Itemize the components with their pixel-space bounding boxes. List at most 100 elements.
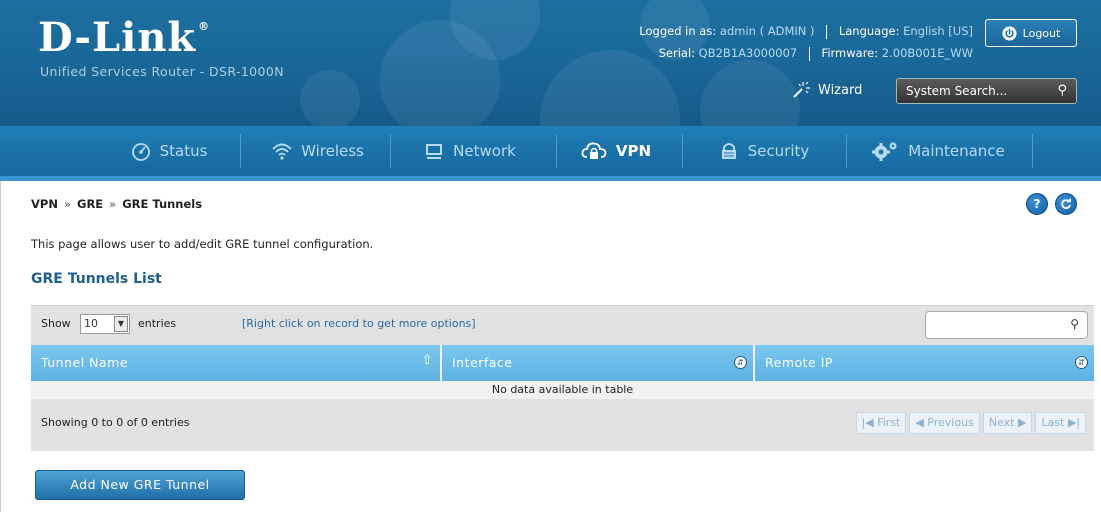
entries-label: entries (138, 317, 177, 330)
section-title: GRE Tunnels List (31, 271, 162, 287)
pager-label: Next (988, 416, 1015, 429)
previous-page-button[interactable]: ◀ Previous (909, 412, 980, 434)
next-icon: ▶ (1014, 416, 1027, 429)
nav-divider (846, 134, 847, 168)
column-header-remote-ip[interactable]: Remote IP ⇵ (755, 345, 1094, 381)
login-info: Logged in as: admin ( ADMIN ) Language: … (639, 24, 973, 39)
search-icon[interactable]: ⚲ (1057, 79, 1067, 103)
serial-value: QB2B1A3000007 (698, 46, 798, 60)
entries-value: 10 (84, 317, 98, 330)
main-nav: Status Wireless Network VPN Security Mai… (0, 126, 1101, 176)
lock-icon (721, 143, 736, 159)
page-description: This page allows user to add/edit GRE tu… (31, 237, 374, 251)
entries-per-page-select[interactable]: 10 ▼ (80, 314, 130, 334)
sort-icon[interactable]: ⇵ (1075, 356, 1088, 369)
pager-label: Last (1041, 416, 1065, 429)
column-header-interface[interactable]: Interface ⇵ (442, 345, 755, 381)
nav-network[interactable]: Network (398, 126, 542, 176)
chevron-down-icon[interactable]: ▼ (114, 316, 128, 332)
question-mark-icon: ? (1033, 197, 1041, 211)
nav-divider (240, 134, 241, 168)
logged-in-user: admin ( ADMIN ) (719, 24, 815, 38)
empty-table-message: No data available in table (31, 381, 1094, 399)
pager-label: Previous (927, 416, 974, 429)
power-icon (1002, 25, 1017, 41)
next-page-button[interactable]: Next ▶ (982, 412, 1033, 434)
refresh-button[interactable] (1055, 193, 1077, 215)
header-decoration (700, 60, 800, 126)
help-button[interactable]: ? (1026, 193, 1048, 215)
table-toolbar: Show 10 ▼ entries [Right click on record… (31, 305, 1094, 345)
nav-divider (682, 134, 683, 168)
divider (826, 24, 828, 39)
nav-security[interactable]: Security (694, 126, 834, 176)
brand-logo: D-Link ® (38, 14, 211, 61)
nav-label: Maintenance (908, 142, 1005, 160)
wizard-link[interactable]: Wizard (790, 81, 862, 99)
gears-icon (872, 142, 897, 161)
breadcrumb-separator: » (63, 197, 71, 211)
breadcrumb-item-gre-tunnels: GRE Tunnels (122, 197, 203, 211)
language-selector[interactable]: English [US] (903, 24, 973, 38)
magic-wand-icon (793, 81, 810, 98)
top-header: D-Link ® Unified Services Router - DSR-10… (0, 0, 1101, 126)
device-info: Serial: QB2B1A3000007 Firmware: 2.00B001… (659, 46, 973, 61)
nav-status[interactable]: Status (108, 126, 230, 176)
nav-label: Wireless (301, 142, 364, 160)
logout-label: Logout (1022, 26, 1061, 40)
product-subtitle: Unified Services Router - DSR-1000N (40, 64, 284, 79)
dashboard-icon (131, 143, 150, 161)
language-label: Language: (838, 24, 900, 38)
firmware-value: 2.00B001E_WW (881, 46, 973, 60)
table-search-input[interactable]: ⚲ (925, 311, 1088, 339)
nav-vpn[interactable]: VPN (562, 126, 670, 176)
nav-underline (0, 176, 1101, 181)
breadcrumb-item-vpn[interactable]: VPN (31, 197, 58, 211)
pager-label: First (877, 416, 901, 429)
show-label: Show (41, 317, 71, 330)
header-decoration (300, 70, 360, 126)
nav-wireless[interactable]: Wireless (252, 126, 384, 176)
breadcrumb-item-gre[interactable]: GRE (77, 197, 103, 211)
last-icon: ▶| (1064, 416, 1080, 429)
first-icon: |◀ (861, 416, 878, 429)
nav-divider (390, 134, 391, 168)
content-border (0, 181, 1, 512)
system-search-input[interactable]: System Search... ⚲ (896, 78, 1077, 104)
column-label: Interface (452, 355, 513, 370)
pagination: |◀ First ◀ Previous Next ▶ Last ▶| (855, 412, 1086, 434)
search-placeholder: System Search... (906, 84, 1008, 98)
nav-label: VPN (615, 142, 652, 160)
serial-label: Serial: (658, 46, 696, 60)
nav-maintenance[interactable]: Maintenance (852, 126, 1024, 176)
previous-icon: ◀ (915, 416, 928, 429)
cloud-lock-icon (581, 142, 607, 159)
wizard-label: Wizard (818, 82, 863, 98)
last-page-button[interactable]: Last ▶| (1035, 412, 1086, 434)
sort-icon[interactable]: ⇵ (734, 356, 747, 369)
nav-label: Security (747, 142, 810, 160)
monitor-icon (426, 144, 443, 159)
logged-in-label: Logged in as: (639, 24, 717, 38)
nav-divider (556, 134, 557, 168)
sort-ascending-icon[interactable]: ⇧ (421, 354, 434, 368)
first-page-button[interactable]: |◀ First (855, 412, 907, 434)
nav-label: Status (159, 142, 208, 160)
breadcrumb: VPN » GRE » GRE Tunnels (31, 197, 202, 211)
firmware-label: Firmware: (821, 46, 879, 60)
column-label: Remote IP (765, 355, 833, 370)
logout-button[interactable]: Logout (985, 19, 1077, 47)
add-gre-tunnel-button[interactable]: Add New GRE Tunnel (35, 470, 245, 500)
nav-label: Network (453, 142, 516, 160)
divider (808, 46, 810, 61)
table-header: Tunnel Name ⇧ Interface ⇵ Remote IP ⇵ (31, 345, 1094, 381)
breadcrumb-separator: » (109, 197, 117, 211)
column-header-tunnel-name[interactable]: Tunnel Name ⇧ (31, 345, 442, 381)
search-icon: ⚲ (1070, 317, 1079, 331)
table-footer: Showing 0 to 0 of 0 entries |◀ First ◀ P… (31, 399, 1094, 451)
entries-summary: Showing 0 to 0 of 0 entries (41, 416, 190, 429)
wifi-icon (272, 143, 292, 160)
column-label: Tunnel Name (41, 355, 129, 370)
header-decoration (540, 50, 680, 126)
nav-divider (1032, 134, 1033, 168)
